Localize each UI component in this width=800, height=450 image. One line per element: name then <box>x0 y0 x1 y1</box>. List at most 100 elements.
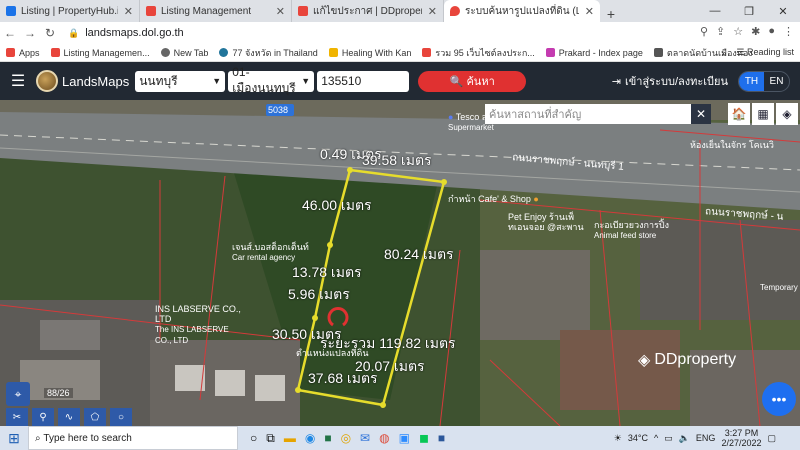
url-text: landsmaps.dol.go.th <box>85 27 184 39</box>
input-language[interactable]: ENG <box>696 433 716 443</box>
polyline-icon[interactable]: ∿ <box>58 408 80 426</box>
line-icon[interactable]: ◼ <box>419 431 429 446</box>
bookmark-77-provinces[interactable]: 77 จังหวัด in Thailand <box>219 46 318 60</box>
lang-en-button[interactable]: EN <box>764 72 789 91</box>
landsmaps-header: ☰ LandsMaps นนทบุรี ▼ 01-เมืองนนทบุรี ▼ 13… <box>0 62 800 100</box>
bookmark-listing-management[interactable]: Listing Managemen... <box>50 48 150 58</box>
cortana-icon[interactable]: ○ <box>250 431 257 446</box>
poi-cafe[interactable]: ก๋าหน้า Cafe' & Shop ● <box>448 192 539 206</box>
back-icon[interactable]: ← <box>0 26 20 40</box>
task-view-icon[interactable]: ⧉ <box>266 431 275 446</box>
file-explorer-icon[interactable]: ▬ <box>284 431 296 446</box>
reading-list-button[interactable]: ☰ Reading list <box>736 47 794 58</box>
more-options-button[interactable]: ••• <box>762 382 796 416</box>
restore-icon[interactable]: ❐ <box>732 0 766 22</box>
poi-pet-enjoy[interactable]: Pet Enjoy ร้านเพ็ ทเอนจอย @สะพาน <box>508 212 584 232</box>
poi-ins-labserve[interactable]: INS LABSERVE CO., LTD The INS LABSERVE CO… <box>155 304 245 346</box>
browser-tab-listing-management[interactable]: Listing Management ✕ <box>140 0 292 22</box>
word-icon[interactable]: ■ <box>438 431 445 446</box>
forward-icon[interactable]: → <box>20 26 40 40</box>
url-field[interactable]: 🔒 landsmaps.dol.go.th <box>68 25 668 41</box>
chrome-icon[interactable]: ◍ <box>379 431 389 446</box>
browser-tab-propertyhub[interactable]: Listing | PropertyHub.in.th ✕ <box>0 0 140 22</box>
edge-icon[interactable]: ◉ <box>305 431 315 446</box>
location-icon[interactable]: ⚲ <box>700 25 708 38</box>
close-tab-icon[interactable]: ✕ <box>124 5 133 18</box>
map-canvas[interactable]: 5038 ถนนราชพฤกษ์ - นนทบุรี 1 ถนนราชพฤกษ์… <box>0 100 800 426</box>
windows-start-icon[interactable]: ⊞ <box>0 430 28 447</box>
extensions-icon[interactable]: ✱ <box>751 25 760 38</box>
poi-parcel-location[interactable]: ตำแหน่งแปลงที่ดิน <box>296 346 369 360</box>
chrome-canary-icon[interactable]: ◎ <box>341 431 351 446</box>
zoom-icon[interactable]: ▣ <box>399 431 410 446</box>
mail-icon[interactable]: ✉ <box>360 431 370 446</box>
poi-sublabel: Supermarket <box>448 123 494 132</box>
search-button[interactable]: 🔍 ค้นหา <box>418 70 527 92</box>
new-tab-button[interactable]: + <box>600 6 622 22</box>
poi-label: Pet Enjoy ร้านเพ็ <box>508 212 575 222</box>
browser-tab-landsmaps[interactable]: ระบบค้นหารูปแปลงที่ดิน (LandsMaps) ✕ <box>444 0 600 22</box>
clock[interactable]: 3:27 PM 2/27/2022 <box>721 428 761 448</box>
polygon-icon[interactable]: ⬠ <box>84 408 106 426</box>
clear-search-button[interactable]: ✕ <box>691 104 711 124</box>
profile-icon[interactable]: ● <box>768 25 775 38</box>
district-select[interactable]: 01-เมืองนนทบุรี ▼ <box>228 65 315 95</box>
poi-label: กะอเบียวยวงการปิ้ง <box>594 220 669 230</box>
weather-icon[interactable]: ☀ <box>614 433 622 444</box>
layers-icon[interactable]: ◈ <box>776 103 798 125</box>
browser-tab-ddproperty-edit[interactable]: แก้ไขประกาศ | DDproperty ✕ <box>292 0 444 22</box>
folder-icon <box>328 48 338 57</box>
pin-icon[interactable]: ⚲ <box>32 408 54 426</box>
propertyhub-favicon-icon <box>6 6 16 16</box>
close-tab-icon[interactable]: ✕ <box>585 5 594 18</box>
measure-tool-toggle-icon[interactable]: ⌖ <box>6 382 30 406</box>
close-window-icon[interactable]: ✕ <box>766 0 800 22</box>
bookmark-prakard[interactable]: Prakard - Index page <box>545 48 643 58</box>
excel-icon[interactable]: ■ <box>324 431 331 446</box>
volume-icon[interactable]: 🔈 <box>679 433 690 444</box>
poi-temporary[interactable]: Temporary <box>760 283 798 292</box>
measure-label: 80.24 เมตร <box>384 246 454 262</box>
hamburger-menu-icon[interactable]: ☰ <box>4 71 32 91</box>
poi-cold-storage[interactable]: ห้องเย็นในจักร โคเนวิ <box>690 138 774 152</box>
reload-icon[interactable]: ↻ <box>40 26 60 40</box>
poi-animal-feed[interactable]: กะอเบียวยวงการปิ้ง Animal feed store <box>594 220 669 241</box>
taskbar-search-placeholder: Type here to search <box>43 432 132 444</box>
measure-label: 46.00 เมตร <box>302 197 372 213</box>
login-register-link[interactable]: ⇥ เข้าสู่ระบบ/ลงทะเบียน <box>612 72 728 90</box>
system-tray: ☀ 34°C ^ ▭ 🔈 ENG 3:27 PM 2/27/2022 ▢ <box>614 428 776 448</box>
bookmark-label: รวม 95 เว็บไซต์ลงประก... <box>435 47 535 58</box>
share-icon[interactable]: ⇪ <box>716 25 725 38</box>
measure-label: 39.58 เมตร <box>362 152 432 168</box>
circle-icon[interactable]: ○ <box>110 408 132 426</box>
scissors-icon[interactable]: ✂ <box>6 408 28 426</box>
bookmark-healing-with-kan[interactable]: Healing With Kan <box>328 48 411 58</box>
menu-icon[interactable]: ⋮ <box>783 25 794 38</box>
bookmark-apps[interactable]: Apps <box>6 48 40 58</box>
taskbar-search-input[interactable]: ⌕ Type here to search <box>28 426 238 450</box>
minimize-icon[interactable]: — <box>698 0 732 22</box>
close-tab-icon[interactable]: ✕ <box>428 5 437 18</box>
notifications-icon[interactable]: ▢ <box>767 433 776 444</box>
tab-label: แก้ไขประกาศ | DDproperty <box>313 5 422 17</box>
search-icon: 🔍 <box>449 75 467 88</box>
dol-logo <box>36 70 58 92</box>
parcel-number-input[interactable]: 135510 <box>317 70 410 92</box>
home-icon[interactable]: 🏠 <box>728 103 750 125</box>
lock-icon: 🔒 <box>68 27 80 38</box>
province-select[interactable]: นนทบุรี ▼ <box>135 70 226 92</box>
landmark-search-input[interactable]: ค้นหาสถานที่สำคัญ ✕ <box>485 104 711 124</box>
bookmarks-more-button[interactable]: » <box>721 48 726 58</box>
address-bar-row: ← → ↻ 🔒 landsmaps.dol.go.th ⚲ ⇪ ☆ ✱ ● ⋮ <box>0 22 800 44</box>
bookmark-95-websites[interactable]: รวม 95 เว็บไซต์ลงประก... <box>422 46 535 60</box>
tray-chevron-icon[interactable]: ^ <box>654 433 658 443</box>
close-tab-icon[interactable]: ✕ <box>276 5 285 18</box>
measure-label: 13.78 เมตร <box>292 264 362 280</box>
star-icon[interactable]: ☆ <box>733 25 743 38</box>
poi-car-rental[interactable]: เจนส์.บอสต็อกเต็นท์ Car rental agency <box>232 242 309 263</box>
grid-icon[interactable]: ▦ <box>752 103 774 125</box>
bookmark-new-tab[interactable]: New Tab <box>160 48 208 58</box>
network-icon[interactable]: ▭ <box>664 433 673 444</box>
tab-label: Listing | PropertyHub.in.th <box>21 5 118 17</box>
lang-th-button[interactable]: TH <box>739 71 764 91</box>
